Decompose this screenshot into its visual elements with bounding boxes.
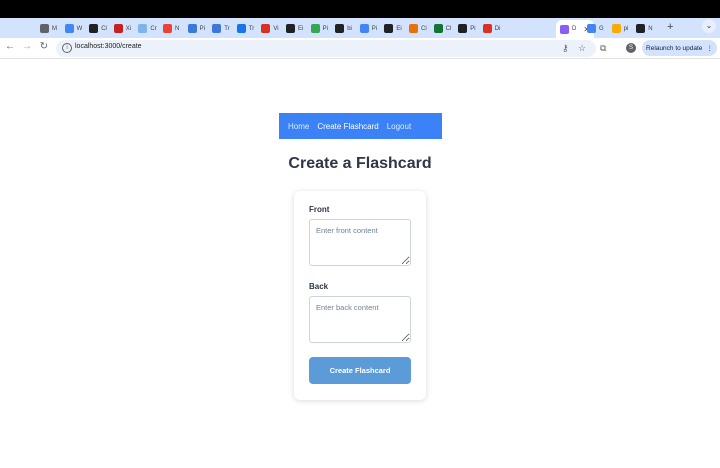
- tab-title: Ei: [396, 25, 402, 32]
- tab-favicon-icon: [163, 24, 172, 33]
- tab-favicon-icon: [187, 24, 197, 33]
- more-menu-icon: ⋮: [706, 45, 713, 52]
- url-text: localhost:3000/create: [75, 43, 142, 50]
- extensions-icon[interactable]: ⧉: [600, 43, 606, 54]
- browser-tab-trailing-1[interactable]: pi: [611, 21, 629, 36]
- tab-title: pi: [623, 25, 629, 32]
- tab-favicon-icon: [286, 24, 295, 33]
- nav-logout-link[interactable]: Logout: [387, 122, 411, 131]
- relaunch-label: Relaunch to update: [646, 44, 703, 52]
- browser-tab-11[interactable]: Pi: [310, 21, 328, 36]
- tab-title: Xi: [125, 25, 132, 32]
- bookmark-star-icon[interactable]: ☆: [578, 43, 586, 54]
- browser-tab-9[interactable]: Vi: [261, 21, 279, 36]
- browser-tab-18[interactable]: Di: [482, 21, 501, 36]
- tab-favicon-icon: [64, 24, 74, 33]
- browser-tab-0[interactable]: M: [40, 21, 57, 36]
- tab-favicon-icon: [335, 24, 345, 33]
- tab-title: Cl: [445, 25, 452, 32]
- tab-favicon-icon: [359, 24, 369, 33]
- back-content-input[interactable]: [309, 296, 411, 343]
- browser-tab-5[interactable]: N: [163, 21, 179, 36]
- tab-title: Tr: [224, 25, 230, 32]
- browser-tab-7[interactable]: Tr: [212, 21, 230, 36]
- relaunch-to-update-button[interactable]: Relaunch to update ⋮: [642, 40, 717, 56]
- tab-favicon-icon: [560, 24, 569, 34]
- flashcard-form: Front Back Create Flashcard: [294, 191, 426, 400]
- tab-title: Cl: [421, 25, 427, 32]
- tab-favicon-icon: [138, 24, 148, 33]
- browser-tab-trailing-2[interactable]: N: [636, 21, 653, 36]
- os-top-bar: [0, 0, 720, 18]
- tab-search-button[interactable]: ⌄: [702, 19, 716, 33]
- nav-create-flashcard-link[interactable]: Create Flashcard: [317, 122, 378, 131]
- tab-title: N: [648, 25, 653, 32]
- tab-favicon-icon: [409, 24, 418, 33]
- tab-title: Pi: [371, 25, 378, 32]
- tab-favicon-icon: [482, 24, 492, 33]
- browser-tab-14[interactable]: Ei: [384, 21, 402, 36]
- browser-tab-1[interactable]: W: [64, 21, 83, 36]
- tab-title: G: [599, 25, 604, 32]
- tab-favicon-icon: [587, 24, 596, 33]
- tab-title: Tr: [248, 25, 255, 32]
- browser-tab-4[interactable]: Cr: [138, 21, 157, 36]
- address-bar[interactable]: i localhost:3000/create ⚷ ☆: [56, 40, 596, 57]
- tab-title: bi: [347, 25, 352, 32]
- nav-home-link[interactable]: Home: [288, 122, 309, 131]
- tab-favicon-icon: [310, 24, 320, 33]
- tab-title: Cl: [101, 25, 107, 32]
- tab-favicon-icon: [40, 24, 49, 33]
- browser-toolbar: ← → ↻ i localhost:3000/create ⚷ ☆ ⧉ S Re…: [0, 38, 720, 59]
- tab-favicon-icon: [113, 24, 123, 33]
- tab-favicon-icon: [611, 24, 621, 33]
- reload-icon[interactable]: ↻: [37, 41, 51, 52]
- tab-title: Pi: [199, 25, 205, 32]
- tab-title: Ei: [298, 25, 304, 32]
- app-nav-bar: Home Create Flashcard Logout: [279, 113, 442, 139]
- front-label: Front: [309, 205, 330, 214]
- tab-favicon-icon: [458, 24, 468, 33]
- browser-tab-strip: MWClXiCrNPiTrTrViEiPibiPiEiClClPiDiD✕Gpi…: [0, 18, 720, 38]
- tab-title: Cr: [150, 25, 157, 32]
- browser-tab-12[interactable]: bi: [335, 21, 352, 36]
- site-info-icon[interactable]: i: [62, 43, 72, 53]
- tab-favicon-icon: [236, 24, 246, 33]
- tab-favicon-icon: [89, 24, 99, 33]
- new-tab-button[interactable]: +: [667, 21, 673, 33]
- tab-title: D: [572, 26, 577, 32]
- tab-title: Pi: [322, 25, 328, 32]
- front-content-input[interactable]: [309, 219, 411, 266]
- back-arrow-icon[interactable]: ←: [3, 41, 17, 52]
- password-key-icon[interactable]: ⚷: [562, 43, 569, 54]
- tab-title: N: [175, 25, 180, 32]
- browser-tab-8[interactable]: Tr: [236, 21, 255, 36]
- tab-favicon-icon: [261, 24, 271, 33]
- browser-tab-3[interactable]: Xi: [113, 21, 132, 36]
- tab-title: Di: [494, 25, 501, 32]
- tab-title: W: [76, 25, 83, 32]
- create-flashcard-button[interactable]: Create Flashcard: [309, 357, 411, 384]
- browser-tab-trailing-0[interactable]: G: [587, 21, 604, 36]
- tab-title: Vi: [273, 25, 279, 32]
- tab-favicon-icon: [636, 24, 646, 33]
- tab-title: M: [52, 25, 57, 32]
- profile-avatar[interactable]: S: [626, 43, 636, 53]
- browser-tab-6[interactable]: Pi: [187, 21, 205, 36]
- back-label: Back: [309, 282, 329, 291]
- forward-arrow-icon[interactable]: →: [20, 41, 34, 52]
- tab-favicon-icon: [212, 24, 222, 33]
- browser-tab-13[interactable]: Pi: [359, 21, 378, 36]
- tab-favicon-icon: [384, 24, 394, 33]
- page-title: Create a Flashcard: [288, 155, 432, 172]
- browser-tab-10[interactable]: Ei: [286, 21, 303, 36]
- browser-tab-2[interactable]: Cl: [89, 21, 107, 36]
- browser-tab-15[interactable]: Cl: [409, 21, 427, 36]
- browser-tab-16[interactable]: Cl: [433, 21, 452, 36]
- browser-tab-17[interactable]: Pi: [458, 21, 476, 36]
- tab-favicon-icon: [433, 24, 443, 33]
- tab-title: Pi: [470, 25, 476, 32]
